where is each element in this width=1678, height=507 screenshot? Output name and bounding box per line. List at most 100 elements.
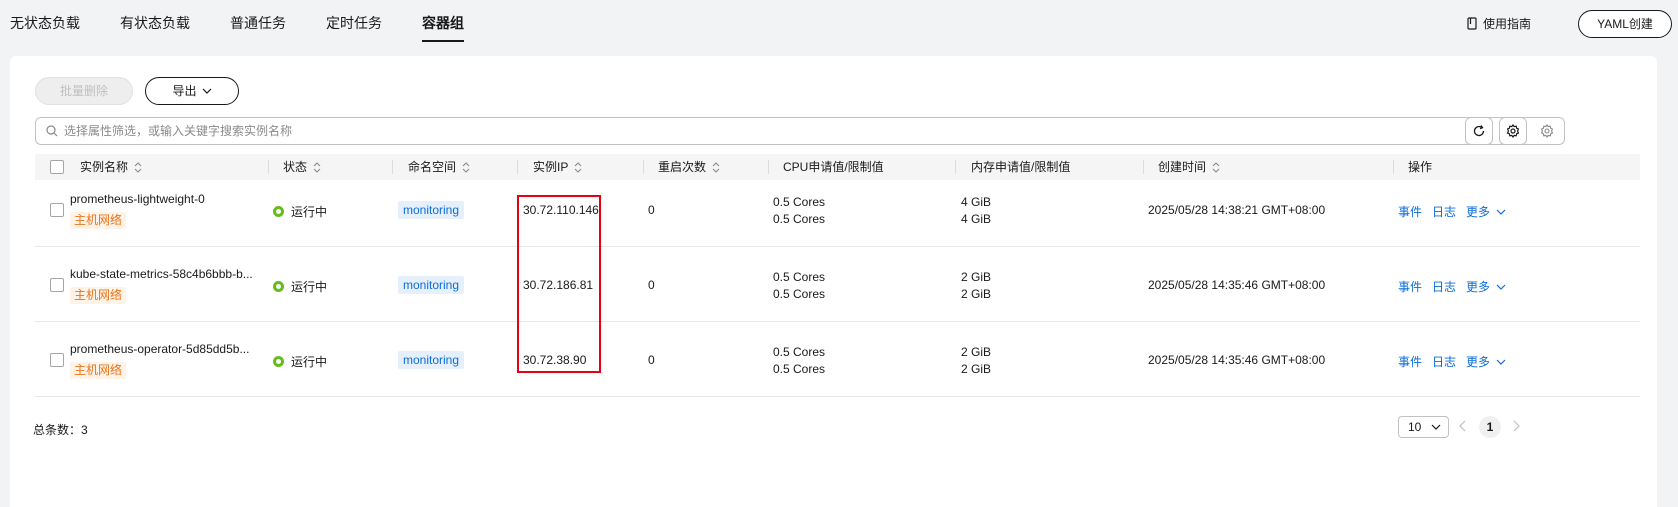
chevron-down-icon (1496, 359, 1506, 365)
more-label: 更多 (1466, 205, 1491, 219)
total-count: 总条数：3 (33, 423, 88, 437)
cpu-cell: 0.5 Cores 0.5 Cores (773, 269, 825, 303)
host-network-tag: 主机网络 (70, 212, 127, 229)
instance-name-cell: prometheus-lightweight-0 主机网络 (70, 192, 205, 229)
chevron-down-icon (202, 88, 211, 94)
created-time: 2025/05/28 14:35:46 GMT+08:00 (1148, 278, 1326, 292)
batch-delete-button[interactable]: 批量删除 (35, 77, 133, 105)
status-text: 运行中 (291, 280, 328, 294)
refresh-button[interactable] (1465, 117, 1493, 145)
cpu-request: 0.5 Cores (773, 195, 826, 209)
namespace-tag: monitoring (398, 201, 465, 219)
instance-ip: 30.72.110.146 (523, 203, 599, 217)
table-row: prometheus-operator-5d85dd5b... 主机网络 运行中… (35, 322, 1640, 397)
search-input[interactable] (64, 124, 1564, 138)
chevron-right-icon[interactable] (1512, 420, 1520, 432)
sort-icon[interactable] (1212, 161, 1220, 173)
restart-count: 0 (648, 353, 655, 367)
pod-list-card: 批量删除 导出 实例名称 状 (10, 56, 1657, 507)
running-status-icon (273, 356, 284, 367)
workload-tabs: 无状态负载 有状态负载 普通任务 定时任务 容器组 (10, 0, 504, 42)
usage-guide-label: 使用指南 (1483, 17, 1532, 31)
chevron-down-icon (1431, 424, 1441, 430)
status-cell: 运行中 (273, 203, 327, 220)
refresh-icon (1473, 125, 1485, 137)
instance-name-link[interactable]: kube-state-metrics-58c4b6bbb-b... (70, 267, 253, 281)
memory-cell: 4 GiB 4 GiB (961, 194, 991, 228)
events-link[interactable]: 事件 (1398, 278, 1422, 295)
host-network-tag: 主机网络 (70, 287, 127, 304)
page-size-select[interactable]: 10 (1398, 416, 1449, 438)
chevron-down-icon (1496, 284, 1506, 290)
search-bar[interactable] (35, 117, 1565, 145)
gear-icon (1506, 124, 1520, 138)
row-actions: 事件 日志 更多 (1398, 278, 1506, 295)
sort-icon[interactable] (462, 161, 470, 173)
table-row: kube-state-metrics-58c4b6bbb-b... 主机网络 运… (35, 247, 1640, 322)
page-number-current[interactable]: 1 (1479, 416, 1501, 438)
memory-cell: 2 GiB 2 GiB (961, 344, 991, 378)
running-status-icon (273, 206, 284, 217)
namespace-cell: monitoring (398, 201, 465, 219)
cpu-cell: 0.5 Cores 0.5 Cores (773, 344, 825, 378)
more-dropdown[interactable]: 更多 (1466, 278, 1506, 295)
tab-statefulsets[interactable]: 有状态负载 (120, 0, 190, 42)
row-checkbox[interactable] (50, 353, 64, 367)
row-checkbox[interactable] (50, 203, 64, 217)
filter-settings-icon[interactable] (1540, 124, 1554, 138)
book-icon (1467, 17, 1477, 30)
sort-icon[interactable] (134, 161, 142, 173)
sort-icon[interactable] (313, 161, 321, 173)
table-settings-button[interactable] (1499, 117, 1527, 145)
memory-request: 4 GiB (961, 195, 992, 209)
status-cell: 运行中 (273, 278, 327, 295)
instance-name-link[interactable]: prometheus-operator-5d85dd5b... (70, 342, 249, 356)
tab-cronjobs[interactable]: 定时任务 (326, 0, 382, 42)
top-bar: 无状态负载 有状态负载 普通任务 定时任务 容器组 使用指南 YAML创建 (0, 0, 1678, 56)
instance-ip: 30.72.186.81 (523, 278, 594, 292)
events-link[interactable]: 事件 (1398, 203, 1422, 220)
row-checkbox[interactable] (50, 278, 64, 292)
memory-limit: 2 GiB (961, 362, 992, 376)
logs-link[interactable]: 日志 (1432, 203, 1456, 220)
chevron-left-icon[interactable] (1459, 420, 1467, 432)
memory-limit: 4 GiB (961, 212, 992, 226)
more-dropdown[interactable]: 更多 (1466, 353, 1506, 370)
tab-pods[interactable]: 容器组 (422, 0, 464, 42)
instance-name-cell: kube-state-metrics-58c4b6bbb-b... 主机网络 (70, 267, 253, 304)
more-label: 更多 (1466, 280, 1491, 294)
more-dropdown[interactable]: 更多 (1466, 203, 1506, 220)
cpu-limit: 0.5 Cores (773, 212, 826, 226)
sort-icon[interactable] (574, 161, 582, 173)
page-size-value: 10 (1408, 420, 1422, 434)
memory-request: 2 GiB (961, 345, 992, 359)
events-link[interactable]: 事件 (1398, 353, 1422, 370)
instance-name-cell: prometheus-operator-5d85dd5b... 主机网络 (70, 342, 249, 379)
export-label: 导出 (172, 84, 197, 98)
logs-link[interactable]: 日志 (1432, 278, 1456, 295)
yaml-create-button[interactable]: YAML创建 (1578, 10, 1672, 38)
tab-jobs[interactable]: 普通任务 (230, 0, 286, 42)
status-text: 运行中 (291, 205, 328, 219)
cpu-limit: 0.5 Cores (773, 287, 826, 301)
cpu-request: 0.5 Cores (773, 345, 826, 359)
export-button[interactable]: 导出 (145, 77, 239, 105)
memory-cell: 2 GiB 2 GiB (961, 269, 991, 303)
status-text: 运行中 (291, 355, 328, 369)
namespace-tag: monitoring (398, 276, 465, 294)
restart-count: 0 (648, 203, 655, 217)
tab-deployments[interactable]: 无状态负载 (10, 0, 80, 42)
status-cell: 运行中 (273, 353, 327, 370)
sort-icon[interactable] (712, 161, 720, 173)
logs-link[interactable]: 日志 (1432, 353, 1456, 370)
instance-name-link[interactable]: prometheus-lightweight-0 (70, 192, 205, 206)
row-actions: 事件 日志 更多 (1398, 203, 1506, 220)
usage-guide-link[interactable]: 使用指南 (1466, 15, 1531, 32)
host-network-tag: 主机网络 (70, 362, 127, 379)
instance-ip: 30.72.38.90 (523, 353, 587, 367)
cpu-cell: 0.5 Cores 0.5 Cores (773, 194, 825, 228)
memory-limit: 2 GiB (961, 287, 992, 301)
chevron-down-icon (1496, 209, 1506, 215)
memory-request: 2 GiB (961, 270, 992, 284)
search-icon (46, 125, 58, 137)
